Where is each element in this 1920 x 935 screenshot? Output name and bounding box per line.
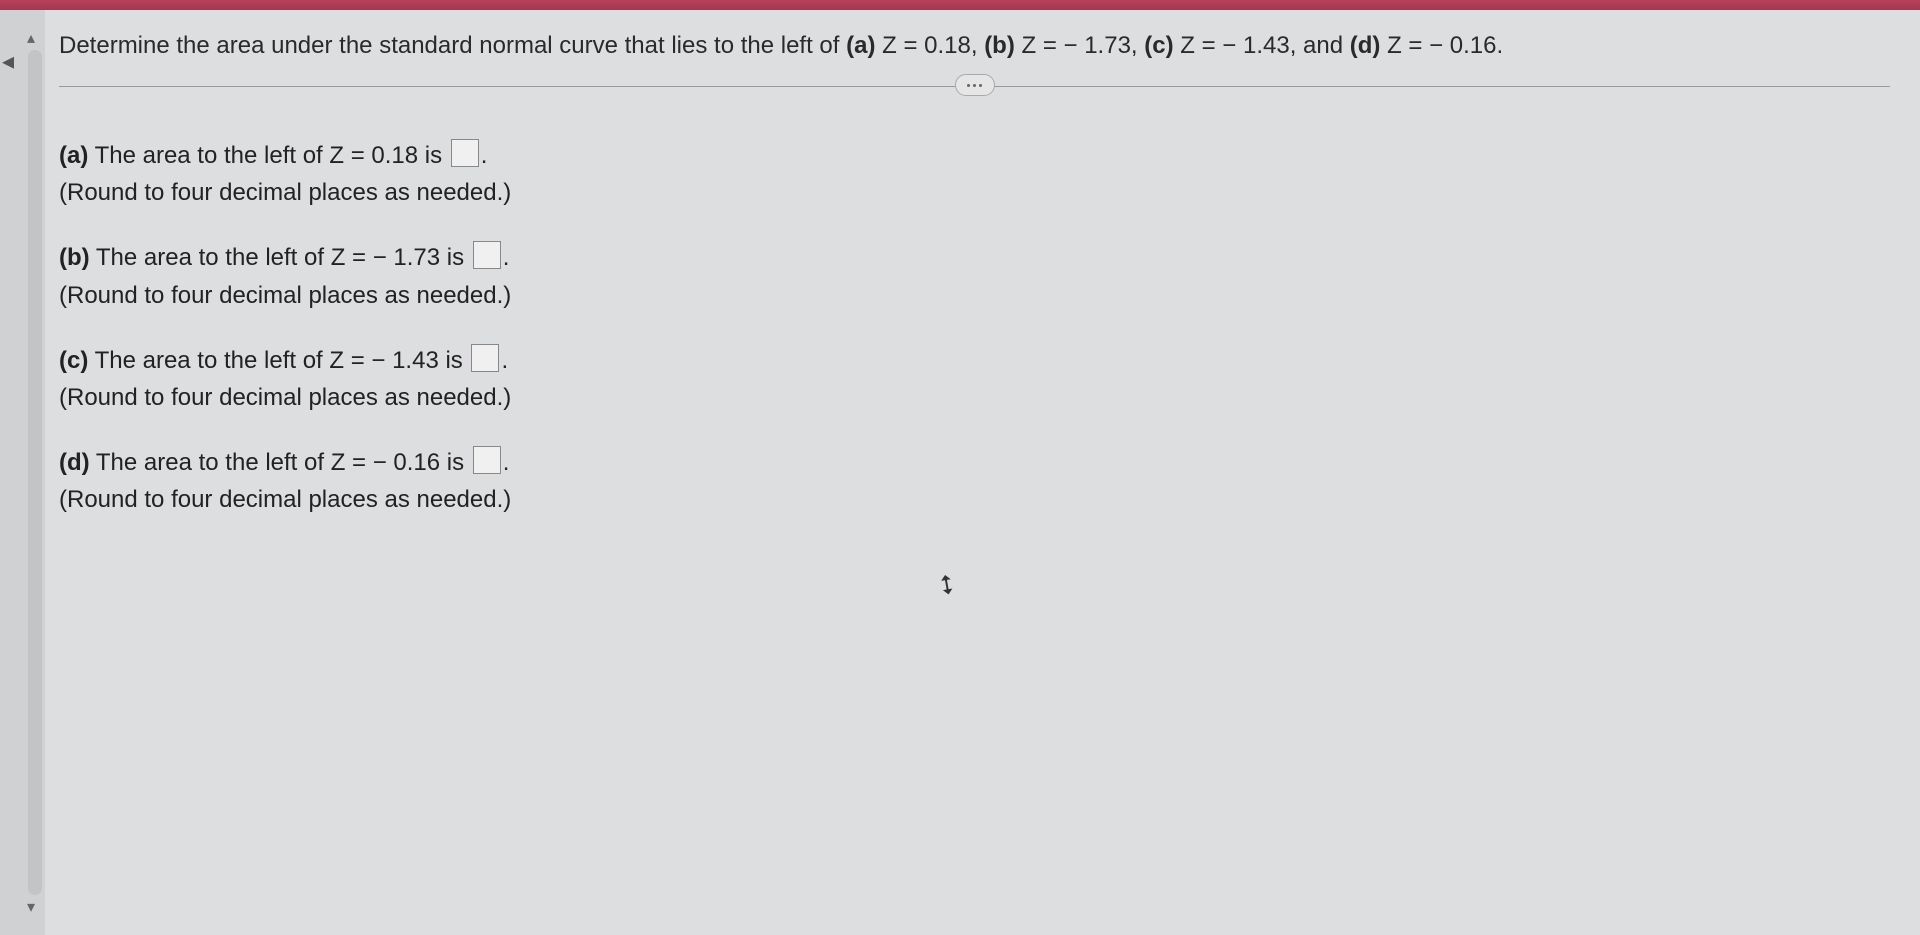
part-d-period: . [503, 449, 510, 476]
part-b-hint: (Round to four decimal places as needed.… [59, 282, 511, 309]
main-area: ◂ ▴ ▾ Determine the area under the stand… [0, 10, 1920, 935]
q-part-c-expr: Z = − 1.43, and [1180, 32, 1349, 59]
answer-input-d[interactable] [473, 446, 501, 474]
part-c-text: The area to the left of Z = − 1.43 is [88, 347, 469, 374]
q-part-d-label: (d) [1350, 32, 1381, 59]
q-part-c-label: (c) [1144, 32, 1173, 59]
scroll-up-icon[interactable]: ▴ [27, 28, 35, 48]
q-part-b-label: (b) [984, 32, 1015, 59]
collapse-left-icon[interactable]: ◂ [2, 50, 14, 74]
dot-icon [973, 84, 976, 87]
scrollbar-track[interactable] [28, 50, 42, 895]
part-d-hint: (Round to four decimal places as needed.… [59, 486, 511, 513]
part-b-text: The area to the left of Z = − 1.73 is [90, 244, 471, 271]
answer-input-a[interactable] [451, 139, 479, 167]
app-top-bar [0, 0, 1920, 10]
dot-icon [967, 84, 970, 87]
part-d-text: The area to the left of Z = − 0.16 is [90, 449, 471, 476]
scroll-down-icon[interactable]: ▾ [27, 897, 35, 917]
part-c-period: . [501, 347, 508, 374]
part-b-label: (b) [59, 244, 90, 271]
question-header: Determine the area under the standard no… [59, 28, 1890, 64]
part-b-period: . [503, 244, 510, 271]
part-a-hint: (Round to four decimal places as needed.… [59, 179, 511, 206]
part-a-period: . [481, 142, 488, 169]
part-d-label: (d) [59, 449, 90, 476]
part-d: (d) The area to the left of Z = − 0.16 i… [59, 444, 1890, 518]
answer-input-b[interactable] [473, 241, 501, 269]
part-b: (b) The area to the left of Z = − 1.73 i… [59, 239, 1890, 313]
part-c-label: (c) [59, 347, 88, 374]
answer-input-c[interactable] [471, 344, 499, 372]
dot-icon [979, 84, 982, 87]
cursor-icon: ⭥ [937, 569, 956, 603]
q-part-a-label: (a) [846, 32, 875, 59]
q-part-b-expr: Z = − 1.73, [1022, 32, 1145, 59]
left-gutter: ◂ ▴ ▾ [0, 10, 45, 935]
part-a-text: The area to the left of Z = 0.18 is [88, 142, 448, 169]
part-c-hint: (Round to four decimal places as needed.… [59, 384, 511, 411]
q-part-d-expr: Z = − 0.16. [1387, 32, 1503, 59]
question-intro: Determine the area under the standard no… [59, 32, 846, 59]
q-part-a-expr-text: Z = 0.18, [882, 32, 984, 59]
part-c: (c) The area to the left of Z = − 1.43 i… [59, 342, 1890, 416]
part-a: (a) The area to the left of Z = 0.18 is … [59, 137, 1890, 211]
more-options-button[interactable] [955, 74, 995, 96]
question-content: Determine the area under the standard no… [45, 10, 1920, 935]
part-a-label: (a) [59, 142, 88, 169]
